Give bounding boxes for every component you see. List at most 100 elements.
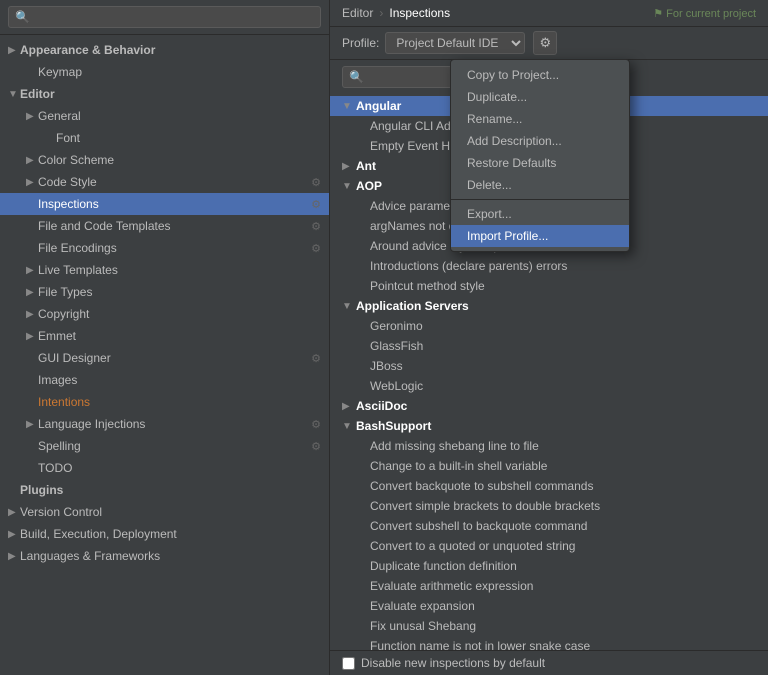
insp-group-label: Application Servers bbox=[356, 299, 756, 313]
disable-new-inspections-label[interactable]: Disable new inspections by default bbox=[342, 656, 545, 670]
sidebar-item-color-scheme[interactable]: ▶Color Scheme bbox=[0, 149, 329, 171]
sidebar-item-label: Color Scheme bbox=[38, 153, 321, 167]
insp-item-label: Introductions (declare parents) errors bbox=[370, 259, 756, 273]
insp-item-label: JBoss bbox=[370, 359, 756, 373]
sidebar-item-label: Appearance & Behavior bbox=[20, 43, 321, 57]
sidebar-search-input[interactable] bbox=[8, 6, 321, 28]
menu-item-duplicate[interactable]: Duplicate... bbox=[451, 86, 629, 108]
insp-group-bash-support[interactable]: ▼BashSupport bbox=[330, 416, 768, 436]
sidebar-item-languages-frameworks[interactable]: ▶Languages & Frameworks bbox=[0, 545, 329, 567]
disable-new-inspections-checkbox[interactable] bbox=[342, 657, 355, 670]
insp-item-eval-expansion[interactable]: Evaluate expansion bbox=[344, 596, 768, 616]
insp-item-fix-shebang[interactable]: Fix unusal Shebang bbox=[344, 616, 768, 636]
insp-item-add-shebang[interactable]: Add missing shebang line to file bbox=[344, 436, 768, 456]
sidebar-item-plugins[interactable]: Plugins bbox=[0, 479, 329, 501]
sidebar-item-label: Emmet bbox=[38, 329, 321, 343]
insp-item-label: GlassFish bbox=[370, 339, 756, 353]
sidebar-item-label: Languages & Frameworks bbox=[20, 549, 321, 563]
menu-item-delete[interactable]: Delete... bbox=[451, 174, 629, 196]
bottom-bar: Disable new inspections by default bbox=[330, 650, 768, 675]
insp-item-geronimo[interactable]: Geronimo bbox=[344, 316, 768, 336]
insp-item-label: Evaluate arithmetic expression bbox=[370, 579, 756, 593]
for-current-project[interactable]: ⚑ For current project bbox=[653, 7, 756, 20]
sidebar-item-appearance[interactable]: ▶Appearance & Behavior bbox=[0, 39, 329, 61]
insp-item-jboss[interactable]: JBoss bbox=[344, 356, 768, 376]
sidebar-item-code-style[interactable]: ▶Code Style⚙ bbox=[0, 171, 329, 193]
sidebar-item-gui-designer[interactable]: GUI Designer⚙ bbox=[0, 347, 329, 369]
insp-item-eval-arithmetic[interactable]: Evaluate arithmetic expression bbox=[344, 576, 768, 596]
arrow-icon: ▶ bbox=[26, 309, 38, 320]
settings-icon: ⚙ bbox=[311, 176, 321, 189]
gear-button[interactable]: ⚙ bbox=[533, 31, 557, 55]
insp-item-label: Convert to a quoted or unquoted string bbox=[370, 539, 756, 553]
insp-item-pointcut[interactable]: Pointcut method style bbox=[344, 276, 768, 296]
sidebar-item-file-types[interactable]: ▶File Types bbox=[0, 281, 329, 303]
sidebar-item-images[interactable]: Images bbox=[0, 369, 329, 391]
profile-label: Profile: bbox=[342, 36, 379, 50]
insp-group-label: BashSupport bbox=[356, 419, 756, 433]
insp-item-change-builtin[interactable]: Change to a built-in shell variable bbox=[344, 456, 768, 476]
sidebar-item-label: Editor bbox=[20, 87, 321, 101]
profile-select[interactable]: Project Default IDE bbox=[385, 32, 525, 54]
sidebar-item-live-templates[interactable]: ▶Live Templates bbox=[0, 259, 329, 281]
sidebar-item-todo[interactable]: TODO bbox=[0, 457, 329, 479]
arrow-icon: ▶ bbox=[26, 419, 38, 430]
insp-item-convert-subshell[interactable]: Convert subshell to backquote command bbox=[344, 516, 768, 536]
insp-item-glassfish[interactable]: GlassFish bbox=[344, 336, 768, 356]
sidebar-item-copyright[interactable]: ▶Copyright bbox=[0, 303, 329, 325]
sidebar-item-spelling[interactable]: Spelling⚙ bbox=[0, 435, 329, 457]
insp-item-duplicate-func[interactable]: Duplicate function definition bbox=[344, 556, 768, 576]
sidebar-item-editor[interactable]: ▼Editor bbox=[0, 83, 329, 105]
sidebar-item-file-code-templates[interactable]: File and Code Templates⚙ bbox=[0, 215, 329, 237]
insp-item-convert-backquote[interactable]: Convert backquote to subshell commands bbox=[344, 476, 768, 496]
arrow-icon: ▶ bbox=[26, 265, 38, 276]
sidebar-item-label: Font bbox=[56, 131, 321, 145]
menu-item-rename[interactable]: Rename... bbox=[451, 108, 629, 130]
sidebar-item-label: General bbox=[38, 109, 321, 123]
sidebar-tree: ▶Appearance & Behavior Keymap▼Editor▶Gen… bbox=[0, 35, 329, 675]
arrow-icon: ▶ bbox=[26, 287, 38, 298]
sidebar-item-keymap[interactable]: Keymap bbox=[0, 61, 329, 83]
insp-item-label: Convert subshell to backquote command bbox=[370, 519, 756, 533]
breadcrumb-current: Inspections bbox=[389, 6, 450, 20]
insp-group-label: AsciiDoc bbox=[356, 399, 756, 413]
sidebar-item-font[interactable]: Font bbox=[0, 127, 329, 149]
sidebar-item-label: Spelling bbox=[38, 439, 307, 453]
sidebar-item-label: Keymap bbox=[38, 65, 321, 79]
insp-item-introductions[interactable]: Introductions (declare parents) errors bbox=[344, 256, 768, 276]
group-arrow-icon: ▶ bbox=[342, 161, 356, 172]
sidebar-item-emmet[interactable]: ▶Emmet bbox=[0, 325, 329, 347]
insp-item-label: WebLogic bbox=[370, 379, 756, 393]
sidebar-item-general[interactable]: ▶General bbox=[0, 105, 329, 127]
insp-item-convert-quoted[interactable]: Convert to a quoted or unquoted string bbox=[344, 536, 768, 556]
insp-group-app-servers[interactable]: ▼Application Servers bbox=[330, 296, 768, 316]
sidebar-item-inspections[interactable]: Inspections⚙ bbox=[0, 193, 329, 215]
insp-item-label: Add missing shebang line to file bbox=[370, 439, 756, 453]
menu-item-export[interactable]: Export... bbox=[451, 203, 629, 225]
insp-item-weblogic[interactable]: WebLogic bbox=[344, 376, 768, 396]
menu-divider bbox=[451, 199, 629, 200]
sidebar-item-version-control[interactable]: ▶Version Control bbox=[0, 501, 329, 523]
settings-icon: ⚙ bbox=[311, 352, 321, 365]
menu-item-add-description[interactable]: Add Description... bbox=[451, 130, 629, 152]
settings-icon: ⚙ bbox=[311, 198, 321, 211]
insp-item-label: Fix unusal Shebang bbox=[370, 619, 756, 633]
insp-item-convert-simple[interactable]: Convert simple brackets to double bracke… bbox=[344, 496, 768, 516]
menu-item-copy-to-project[interactable]: Copy to Project... bbox=[451, 64, 629, 86]
insp-item-func-snake-case[interactable]: Function name is not in lower snake case bbox=[344, 636, 768, 650]
menu-item-import-profile[interactable]: Import Profile... bbox=[451, 225, 629, 247]
group-arrow-icon: ▼ bbox=[342, 181, 356, 192]
group-arrow-icon: ▶ bbox=[342, 401, 356, 412]
arrow-icon: ▶ bbox=[26, 111, 38, 122]
insp-item-label: Convert simple brackets to double bracke… bbox=[370, 499, 756, 513]
arrow-icon: ▶ bbox=[8, 507, 20, 518]
sidebar-item-language-injections[interactable]: ▶Language Injections⚙ bbox=[0, 413, 329, 435]
insp-group-asciidoc[interactable]: ▶AsciiDoc bbox=[330, 396, 768, 416]
menu-item-restore-defaults[interactable]: Restore Defaults bbox=[451, 152, 629, 174]
sidebar-item-label: File Encodings bbox=[38, 241, 307, 255]
sidebar-item-label: Live Templates bbox=[38, 263, 321, 277]
sidebar-item-intentions[interactable]: Intentions bbox=[0, 391, 329, 413]
sidebar-item-build-execution[interactable]: ▶Build, Execution, Deployment bbox=[0, 523, 329, 545]
breadcrumb-editor: Editor bbox=[342, 6, 373, 20]
sidebar-item-file-encodings[interactable]: File Encodings⚙ bbox=[0, 237, 329, 259]
